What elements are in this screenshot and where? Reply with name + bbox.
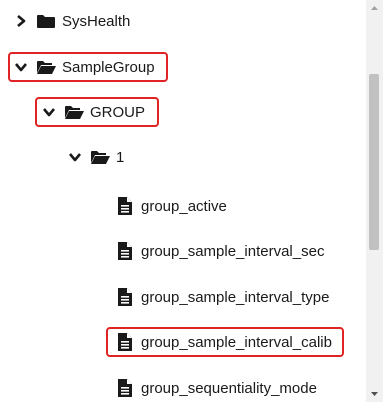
chevron-down-icon[interactable] (14, 60, 28, 74)
tree-item-samplegroup[interactable]: SampleGroup (14, 55, 155, 79)
folder-open-icon (90, 149, 110, 165)
tree-item-group-sequentiality-mode[interactable]: group_sequentiality_mode (118, 376, 317, 400)
file-icon (118, 197, 132, 215)
tree-item-label: SysHealth (62, 12, 131, 30)
tree-item-label: GROUP (90, 103, 146, 121)
folder-open-icon (36, 59, 56, 75)
tree-item-label: group_sample_interval_type (141, 288, 330, 306)
scrollbar-thumb[interactable] (369, 74, 379, 250)
file-icon (118, 333, 132, 351)
tree-item-label: 1 (116, 148, 125, 166)
tree-item-label: group_sample_interval_sec (141, 242, 325, 260)
tree-item-group-sample-interval-calib[interactable]: group_sample_interval_calib (118, 330, 332, 354)
scroll-down-arrow-icon[interactable] (366, 385, 383, 402)
folder-open-icon (64, 104, 84, 120)
tree-item-label: group_active (141, 197, 227, 215)
chevron-right-icon[interactable] (14, 14, 28, 28)
folder-icon (36, 13, 56, 29)
file-icon (118, 379, 132, 397)
scroll-up-arrow-icon[interactable] (366, 0, 383, 17)
tree-item-group-active[interactable]: group_active (118, 194, 227, 218)
tree-item-1[interactable]: 1 (68, 145, 124, 169)
tree-item-group-sample-interval-type[interactable]: group_sample_interval_type (118, 285, 329, 309)
file-icon (118, 242, 132, 260)
tree-item-syshealth[interactable]: SysHealth (14, 9, 130, 33)
file-icon (118, 288, 132, 306)
chevron-down-icon[interactable] (42, 105, 56, 119)
tree-item-label: group_sequentiality_mode (141, 379, 317, 397)
chevron-down-icon[interactable] (68, 150, 82, 164)
tree-item-label: SampleGroup (62, 58, 155, 76)
tree-view: SysHealth SampleGroup GROUP 1 group_acti… (0, 0, 366, 402)
tree-item-group[interactable]: GROUP (42, 100, 145, 124)
tree-item-label: group_sample_interval_calib (141, 333, 332, 351)
tree-item-group-sample-interval-sec[interactable]: group_sample_interval_sec (118, 239, 324, 263)
vertical-scrollbar[interactable] (366, 0, 383, 402)
